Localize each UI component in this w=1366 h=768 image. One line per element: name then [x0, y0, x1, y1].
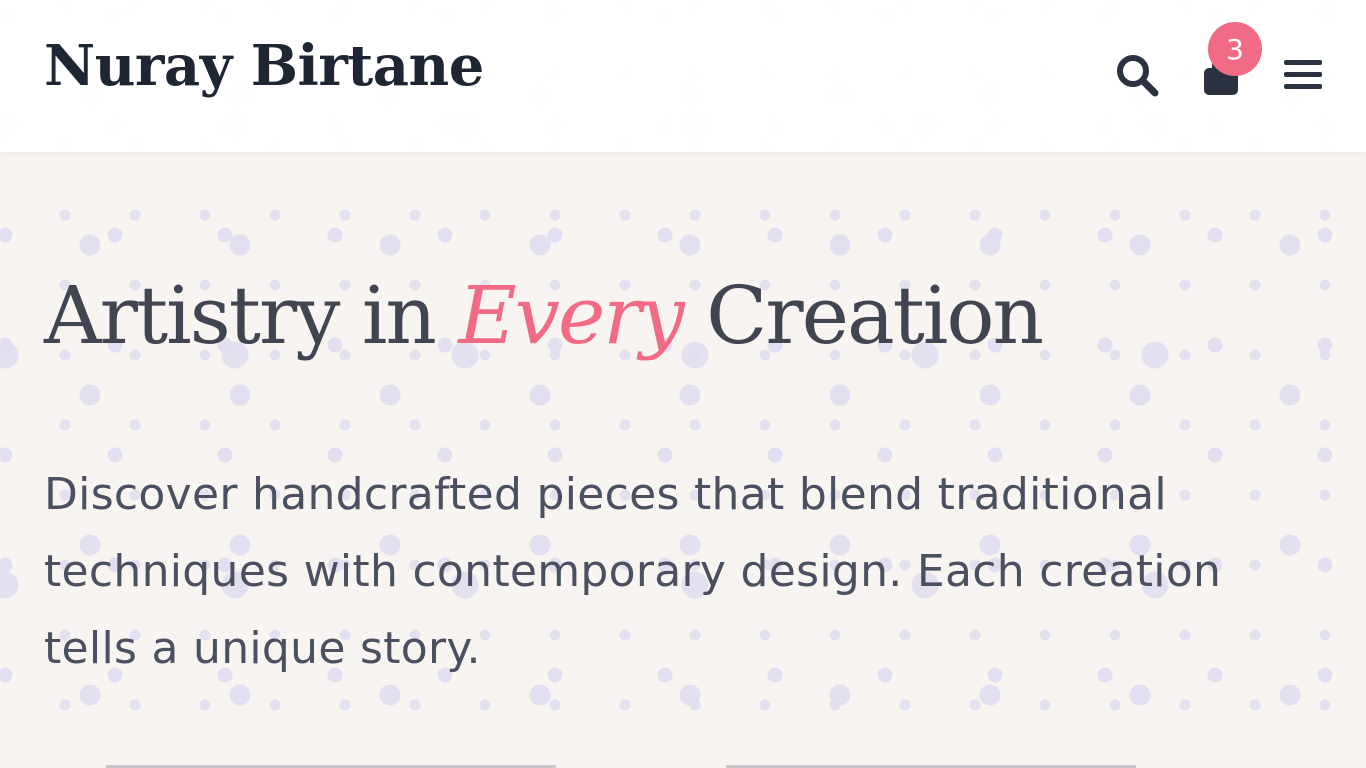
page: Nuray Birtane 3 Artistry in Every Creati… — [0, 0, 1366, 768]
hero-title-end: Creation — [682, 269, 1044, 362]
hero-description: Discover handcrafted pieces that blend t… — [44, 469, 1222, 674]
hero-title: Artistry in Every Creation — [44, 268, 1044, 364]
hamburger-menu-icon — [1284, 60, 1322, 89]
cart-count-badge: 3 — [1208, 22, 1262, 76]
site-header: Nuray Birtane 3 — [0, 0, 1366, 152]
search-button[interactable] — [1112, 50, 1162, 100]
hero-title-start: Artistry in — [44, 269, 459, 362]
site-logo[interactable]: Nuray Birtane — [44, 38, 484, 94]
hero-title-accent: Every — [458, 269, 684, 362]
search-icon — [1117, 55, 1159, 97]
menu-button[interactable] — [1278, 50, 1328, 100]
